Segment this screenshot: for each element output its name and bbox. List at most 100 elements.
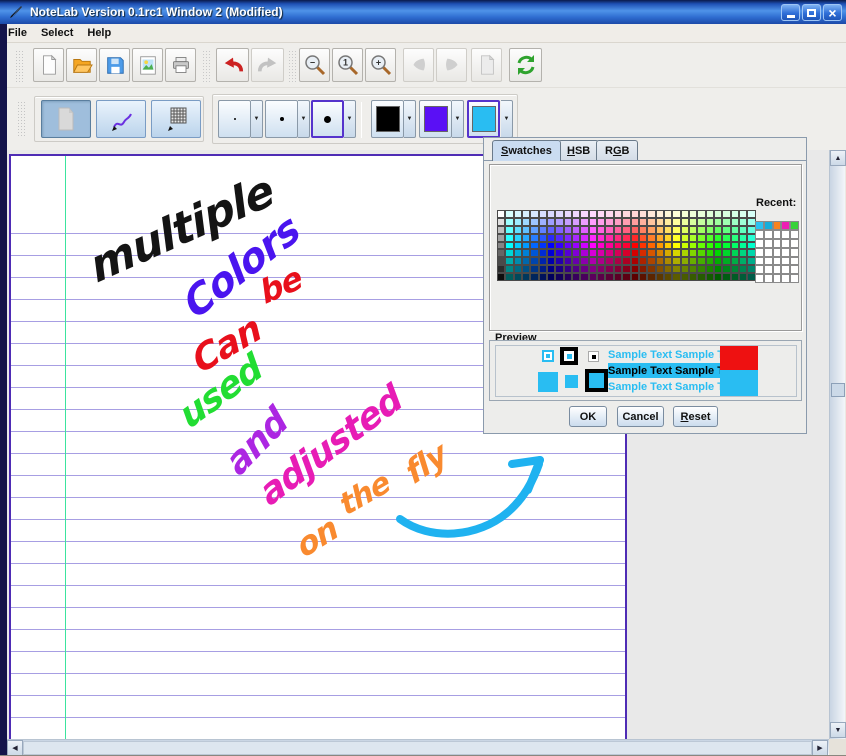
swatch-cell[interactable] [681,218,689,226]
recent-swatch-cell[interactable] [781,221,790,230]
swatch-cell[interactable] [605,249,613,257]
tab-hsb[interactable]: HSB [558,140,599,160]
swatch-cell[interactable] [714,265,722,273]
swatch-cell[interactable] [597,273,605,281]
swatch-cell[interactable] [614,242,622,250]
swatch-cell[interactable] [664,273,672,281]
recent-swatch-cell[interactable] [773,221,782,230]
swatch-cell[interactable] [697,249,705,257]
swatch-cell[interactable] [547,249,555,257]
swatch-cell[interactable] [706,218,714,226]
swatch-cell[interactable] [564,210,572,218]
swatch-cell[interactable] [530,265,538,273]
swatch-cell[interactable] [530,242,538,250]
new-note-button[interactable] [33,48,64,82]
swatch-cell[interactable] [664,226,672,234]
swatch-cell[interactable] [631,234,639,242]
swatch-cell[interactable] [689,234,697,242]
swatch-cell[interactable] [572,242,580,250]
recent-swatch-cell[interactable] [755,274,764,283]
swatch-cell[interactable] [539,210,547,218]
maximize-button[interactable] [802,4,821,21]
pen-color-black-dropdown[interactable]: ▼ [404,100,416,138]
swatch-cell[interactable] [497,273,505,281]
recent-swatch-grid[interactable] [755,221,799,283]
swatch-cell[interactable] [564,226,572,234]
swatch-cell[interactable] [739,249,747,257]
swatch-cell[interactable] [706,265,714,273]
swatch-cell[interactable] [631,226,639,234]
swatch-cell[interactable] [681,234,689,242]
recent-swatch-cell[interactable] [755,239,764,248]
swatch-cell[interactable] [689,265,697,273]
swatch-cell[interactable] [539,226,547,234]
swatch-cell[interactable] [614,257,622,265]
reset-button[interactable]: Reset [673,406,718,427]
swatch-cell[interactable] [589,257,597,265]
swatch-cell[interactable] [597,265,605,273]
swatch-cell[interactable] [739,273,747,281]
swatch-cell[interactable] [597,249,605,257]
swatch-cell[interactable] [547,218,555,226]
swatch-cell[interactable] [530,210,538,218]
swatch-cell[interactable] [539,249,547,257]
swatch-cell[interactable] [572,210,580,218]
swatch-cell[interactable] [681,257,689,265]
swatch-cell[interactable] [597,234,605,242]
swatch-cell[interactable] [580,257,588,265]
ok-button[interactable]: OK [569,406,607,427]
swatch-cell[interactable] [656,257,664,265]
swatch-cell[interactable] [530,226,538,234]
swatch-cell[interactable] [739,210,747,218]
swatch-cell[interactable] [580,218,588,226]
swatch-cell[interactable] [514,242,522,250]
swatch-cell[interactable] [505,226,513,234]
swatch-cell[interactable] [672,210,680,218]
swatch-cell[interactable] [497,257,505,265]
swatch-cell[interactable] [555,257,563,265]
swatch-cell[interactable] [664,218,672,226]
swatch-cell[interactable] [539,242,547,250]
pen-size-medium-dropdown[interactable]: ▼ [298,100,310,138]
swatch-cell[interactable] [589,234,597,242]
swatch-cell[interactable] [522,249,530,257]
swatch-cell[interactable] [572,226,580,234]
minimize-button[interactable] [781,4,800,21]
swatch-cell[interactable] [555,218,563,226]
swatch-cell[interactable] [689,257,697,265]
swatch-cell[interactable] [514,273,522,281]
recent-swatch-cell[interactable] [781,274,790,283]
recent-swatch-cell[interactable] [781,248,790,257]
swatch-cell[interactable] [555,210,563,218]
swatch-cell[interactable] [522,265,530,273]
menu-help[interactable]: Help [87,27,111,39]
swatch-cell[interactable] [505,257,513,265]
swatch-cell[interactable] [697,218,705,226]
swatch-cell[interactable] [672,234,680,242]
swatch-cell[interactable] [605,257,613,265]
swatch-cell[interactable] [714,273,722,281]
swatch-cell[interactable] [555,249,563,257]
redo-button[interactable] [251,48,284,82]
swatch-cell[interactable] [681,273,689,281]
save-button[interactable] [99,48,130,82]
swatch-cell[interactable] [497,249,505,257]
swatch-cell[interactable] [697,273,705,281]
swatch-cell[interactable] [731,242,739,250]
swatch-cell[interactable] [505,249,513,257]
zoom-in-button[interactable]: + [365,48,396,82]
swatch-cell[interactable] [656,265,664,273]
swatch-cell[interactable] [564,242,572,250]
swatch-cell[interactable] [514,249,522,257]
swatch-cell[interactable] [631,257,639,265]
swatch-cell[interactable] [689,218,697,226]
new-page-button[interactable] [471,48,502,82]
swatch-cell[interactable] [530,249,538,257]
swatch-cell[interactable] [555,242,563,250]
menu-select[interactable]: Select [41,27,73,39]
swatch-cell[interactable] [597,226,605,234]
swatch-cell[interactable] [580,210,588,218]
swatch-cell[interactable] [722,257,730,265]
swatch-cell[interactable] [547,242,555,250]
swatch-cell[interactable] [514,257,522,265]
